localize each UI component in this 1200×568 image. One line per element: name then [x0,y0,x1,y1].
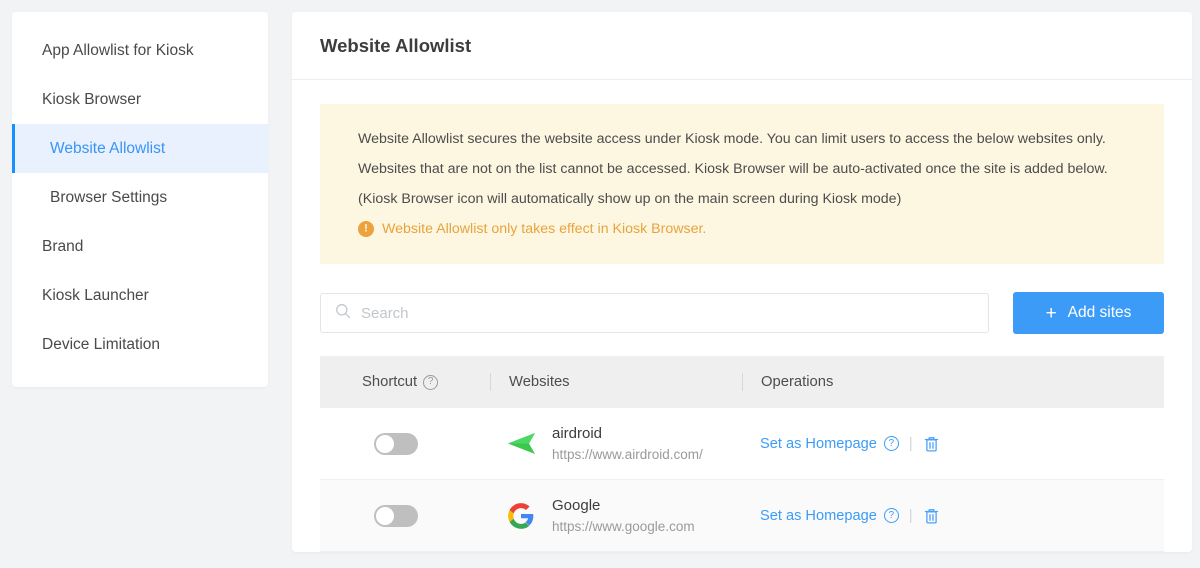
website-name: Google [552,496,601,514]
column-header-websites: Websites [490,373,742,391]
column-header-shortcut-label: Shortcut [362,374,418,390]
add-sites-button[interactable]: + Add sites [1013,292,1164,334]
website-text: airdroid https://www.airdroid.com/ [552,424,703,464]
google-g-icon [504,499,538,533]
help-icon[interactable]: ? [423,374,439,390]
set-as-homepage-link[interactable]: Set as Homepage [760,508,877,524]
shortcut-cell [320,504,490,527]
info-notice: Website Allowlist secures the website ac… [320,104,1164,264]
sidebar-item-brand[interactable]: Brand [12,222,268,271]
toggle-knob [376,434,394,453]
website-text: Google https://www.google.com [552,496,695,536]
column-header-websites-label: Websites [509,374,570,390]
sidebar-item-website-allowlist[interactable]: Website Allowlist [12,124,268,173]
website-cell: Google https://www.google.com [490,496,742,536]
page-root: App Allowlist for Kiosk Kiosk Browser We… [0,0,1200,568]
website-name: airdroid [552,424,603,442]
trash-icon[interactable] [923,507,940,525]
sidebar-item-browser-settings[interactable]: Browser Settings [12,173,268,222]
websites-table: Shortcut ? Websites Operations airdroid … [320,356,1164,552]
page-title: Website Allowlist [320,34,472,56]
sidebar-item-label: Kiosk Launcher [42,286,149,304]
main-panel: Website Allowlist Website Allowlist secu… [292,12,1192,552]
divider: | [908,435,913,452]
set-as-homepage-link[interactable]: Set as Homepage [760,436,877,452]
shortcut-toggle[interactable] [374,504,418,527]
website-url: https://www.google.com [552,518,695,534]
operations-cell: Set as Homepage ? | [742,435,1164,453]
table-row: airdroid https://www.airdroid.com/ Set a… [320,408,1164,480]
airdroid-arrow-icon [504,427,538,461]
notice-warning-text: Website Allowlist only takes effect in K… [382,221,707,237]
shortcut-cell [320,432,490,455]
main-header: Website Allowlist [292,12,1192,80]
sidebar-item-kiosk-launcher[interactable]: Kiosk Launcher [12,271,268,320]
sidebar-item-device-limitation[interactable]: Device Limitation [12,320,268,369]
table-header-row: Shortcut ? Websites Operations [320,356,1164,408]
toolbar: + Add sites [320,292,1164,334]
sidebar-item-app-allowlist-for-kiosk[interactable]: App Allowlist for Kiosk [12,26,268,75]
plus-icon: + [1045,302,1057,324]
notice-text: Website Allowlist secures the website ac… [358,131,1108,207]
column-header-shortcut: Shortcut ? [320,374,490,390]
sidebar-item-label: Brand [42,237,84,255]
divider: | [908,507,913,524]
column-header-operations-label: Operations [761,374,834,390]
add-sites-label: Add sites [1067,304,1132,321]
trash-icon[interactable] [923,435,940,453]
shortcut-toggle[interactable] [374,432,418,455]
help-icon[interactable]: ? [883,436,899,451]
help-icon[interactable]: ? [883,508,899,523]
search-box[interactable] [320,293,989,333]
column-header-operations: Operations [742,373,1164,391]
sidebar-item-label: Browser Settings [50,188,168,206]
notice-warning: Website Allowlist only takes effect in K… [358,216,1136,242]
search-icon [335,303,351,324]
sidebar-item-kiosk-browser[interactable]: Kiosk Browser [12,75,268,124]
toggle-knob [376,506,394,525]
main-body: Website Allowlist secures the website ac… [292,80,1192,552]
website-url: https://www.airdroid.com/ [552,446,703,462]
search-input[interactable] [361,304,974,322]
sidebar-item-label: Device Limitation [42,335,161,353]
sidebar: App Allowlist for Kiosk Kiosk Browser We… [12,12,268,387]
operations-cell: Set as Homepage ? | [742,507,1164,525]
sidebar-item-label: Kiosk Browser [42,90,142,108]
table-row: Google https://www.google.com Set as Hom… [320,480,1164,552]
website-cell: airdroid https://www.airdroid.com/ [490,424,742,464]
sidebar-item-label: App Allowlist for Kiosk [42,41,194,59]
sidebar-item-label: Website Allowlist [50,139,166,157]
exclamation-circle-icon [358,221,374,237]
